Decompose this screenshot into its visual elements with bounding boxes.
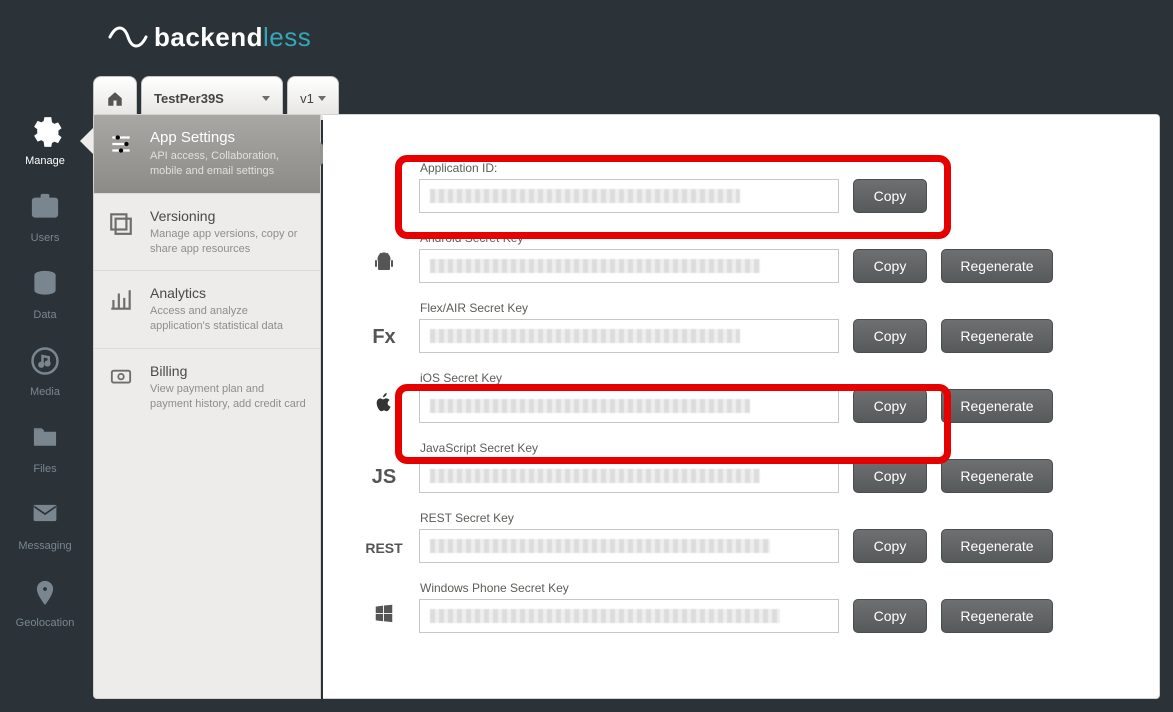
credential-value-appid[interactable] [419, 179, 839, 213]
rail-label: Manage [25, 155, 65, 167]
JS-icon: JS [363, 463, 405, 489]
project-name: TestPer39S [154, 91, 224, 106]
copy-button-flex[interactable]: Copy [853, 319, 927, 353]
rail-item-media[interactable]: Media [0, 346, 90, 398]
music-icon [25, 346, 65, 381]
REST-icon: REST [363, 533, 405, 559]
sidebar-item-title: Billing [150, 363, 306, 379]
sidebar-item-subtitle: View payment plan and payment history, a… [150, 382, 306, 412]
credential-label: REST Secret Key [420, 511, 1139, 525]
rail-label: Users [31, 232, 60, 244]
regenerate-button-wp[interactable]: Regenerate [941, 599, 1053, 633]
rail-label: Data [33, 309, 56, 321]
credential-android: Android Secret Key Copy Regenerate [363, 231, 1139, 283]
copy-button-wp[interactable]: Copy [853, 599, 927, 633]
credential-label: JavaScript Secret Key [420, 441, 1139, 455]
sidebar-item-subtitle: Manage app versions, copy or share app r… [150, 227, 306, 257]
credential-value-wp[interactable] [419, 599, 839, 633]
rail-item-users[interactable]: Users [0, 192, 90, 244]
sliders-icon [106, 129, 136, 159]
redacted-value [430, 399, 750, 413]
credential-value-js[interactable] [419, 459, 839, 493]
copy-button-appid[interactable]: Copy [853, 179, 927, 213]
rail-item-files[interactable]: Files [0, 423, 90, 475]
regenerate-button-js[interactable]: Regenerate [941, 459, 1053, 493]
android-icon [363, 251, 405, 281]
rail-label: Messaging [18, 540, 71, 552]
chevron-down-icon [318, 96, 326, 101]
copy-button-ios[interactable]: Copy [853, 389, 927, 423]
rail-label: Media [30, 386, 60, 398]
sidebar-item-subtitle: Access and analyze application's statist… [150, 304, 306, 334]
version-name: v1 [300, 91, 314, 106]
brand-logo: backendless [108, 12, 311, 62]
rail-item-manage[interactable]: Manage [0, 115, 90, 167]
folder-icon [25, 423, 65, 458]
credential-label: iOS Secret Key [420, 371, 1139, 385]
credential-label: Application ID: [420, 161, 1139, 175]
credential-label: Android Secret Key [420, 231, 1139, 245]
credential-ios: iOS Secret Key Copy Regenerate [363, 371, 1139, 423]
money-icon [106, 363, 136, 393]
rail-item-messaging[interactable]: Messaging [0, 500, 90, 552]
credential-flex: Flex/AIR Secret Key Fx Copy Regenerate [363, 301, 1139, 353]
left-rail: Manage Users Data Media Files Messaging Geoloc… [0, 115, 90, 629]
credential-value-ios[interactable] [419, 389, 839, 423]
sidebar-item-billing[interactable]: Billing View payment plan and payment his… [94, 348, 320, 426]
main-panel: Application ID: Copy Android Secret Key Cop… [323, 114, 1160, 699]
tabrow: TestPer39S v1 [93, 70, 343, 120]
credential-appid: Application ID: Copy [363, 161, 1139, 213]
sidebar-item-subtitle: API access, Collaboration, mobile and em… [150, 149, 306, 179]
brand-swirl-icon [108, 25, 148, 49]
rail-pointer [80, 127, 94, 155]
sidebar-item-title: Versioning [150, 208, 306, 224]
redacted-value [430, 259, 760, 273]
sidebar-item-title: App Settings [150, 129, 306, 146]
copy-button-rest[interactable]: Copy [853, 529, 927, 563]
chart-icon [106, 285, 136, 315]
windows-icon [363, 602, 405, 630]
db-icon [25, 269, 65, 304]
credential-value-flex[interactable] [419, 319, 839, 353]
Fx-icon: Fx [363, 323, 405, 349]
home-icon [106, 90, 124, 108]
idcard-icon [25, 192, 65, 227]
regenerate-button-android[interactable]: Regenerate [941, 249, 1053, 283]
redacted-value [430, 189, 740, 203]
regenerate-button-rest[interactable]: Regenerate [941, 529, 1053, 563]
sidebar-item-analytics[interactable]: Analytics Access and analyze application'… [94, 270, 320, 348]
redacted-value [430, 329, 740, 343]
copy-button-android[interactable]: Copy [853, 249, 927, 283]
rail-label: Geolocation [16, 617, 75, 629]
regenerate-button-ios[interactable]: Regenerate [941, 389, 1053, 423]
brand-name-b: less [263, 22, 311, 53]
chevron-down-icon [262, 96, 270, 101]
redacted-value [430, 469, 760, 483]
credential-label: Flex/AIR Secret Key [420, 301, 1139, 315]
side-panel: App Settings API access, Collaboration, m… [93, 114, 321, 699]
envelope-icon [25, 500, 65, 535]
redacted-value [430, 539, 770, 553]
sidebar-item-versioning[interactable]: Versioning Manage app versions, copy or s… [94, 193, 320, 271]
credential-value-android[interactable] [419, 249, 839, 283]
credential-label: Windows Phone Secret Key [420, 581, 1139, 595]
copy-button-js[interactable]: Copy [853, 459, 927, 493]
apple-icon [363, 391, 405, 421]
credential-rest: REST Secret Key REST Copy Regenerate [363, 511, 1139, 563]
regenerate-button-flex[interactable]: Regenerate [941, 319, 1053, 353]
stack-icon [106, 208, 136, 238]
credential-js: JavaScript Secret Key JS Copy Regenerate [363, 441, 1139, 493]
pin-icon [25, 577, 65, 612]
rail-item-geolocation[interactable]: Geolocation [0, 577, 90, 629]
credential-wp: Windows Phone Secret Key Copy Regenerate [363, 581, 1139, 633]
rail-item-data[interactable]: Data [0, 269, 90, 321]
sidebar-item-title: Analytics [150, 285, 306, 301]
gear-icon [25, 115, 65, 150]
sidebar-item-appsettings[interactable]: App Settings API access, Collaboration, m… [94, 115, 320, 193]
credential-value-rest[interactable] [419, 529, 839, 563]
redacted-value [430, 609, 780, 623]
rail-label: Files [33, 463, 56, 475]
brand-name-a: backend [154, 22, 263, 53]
